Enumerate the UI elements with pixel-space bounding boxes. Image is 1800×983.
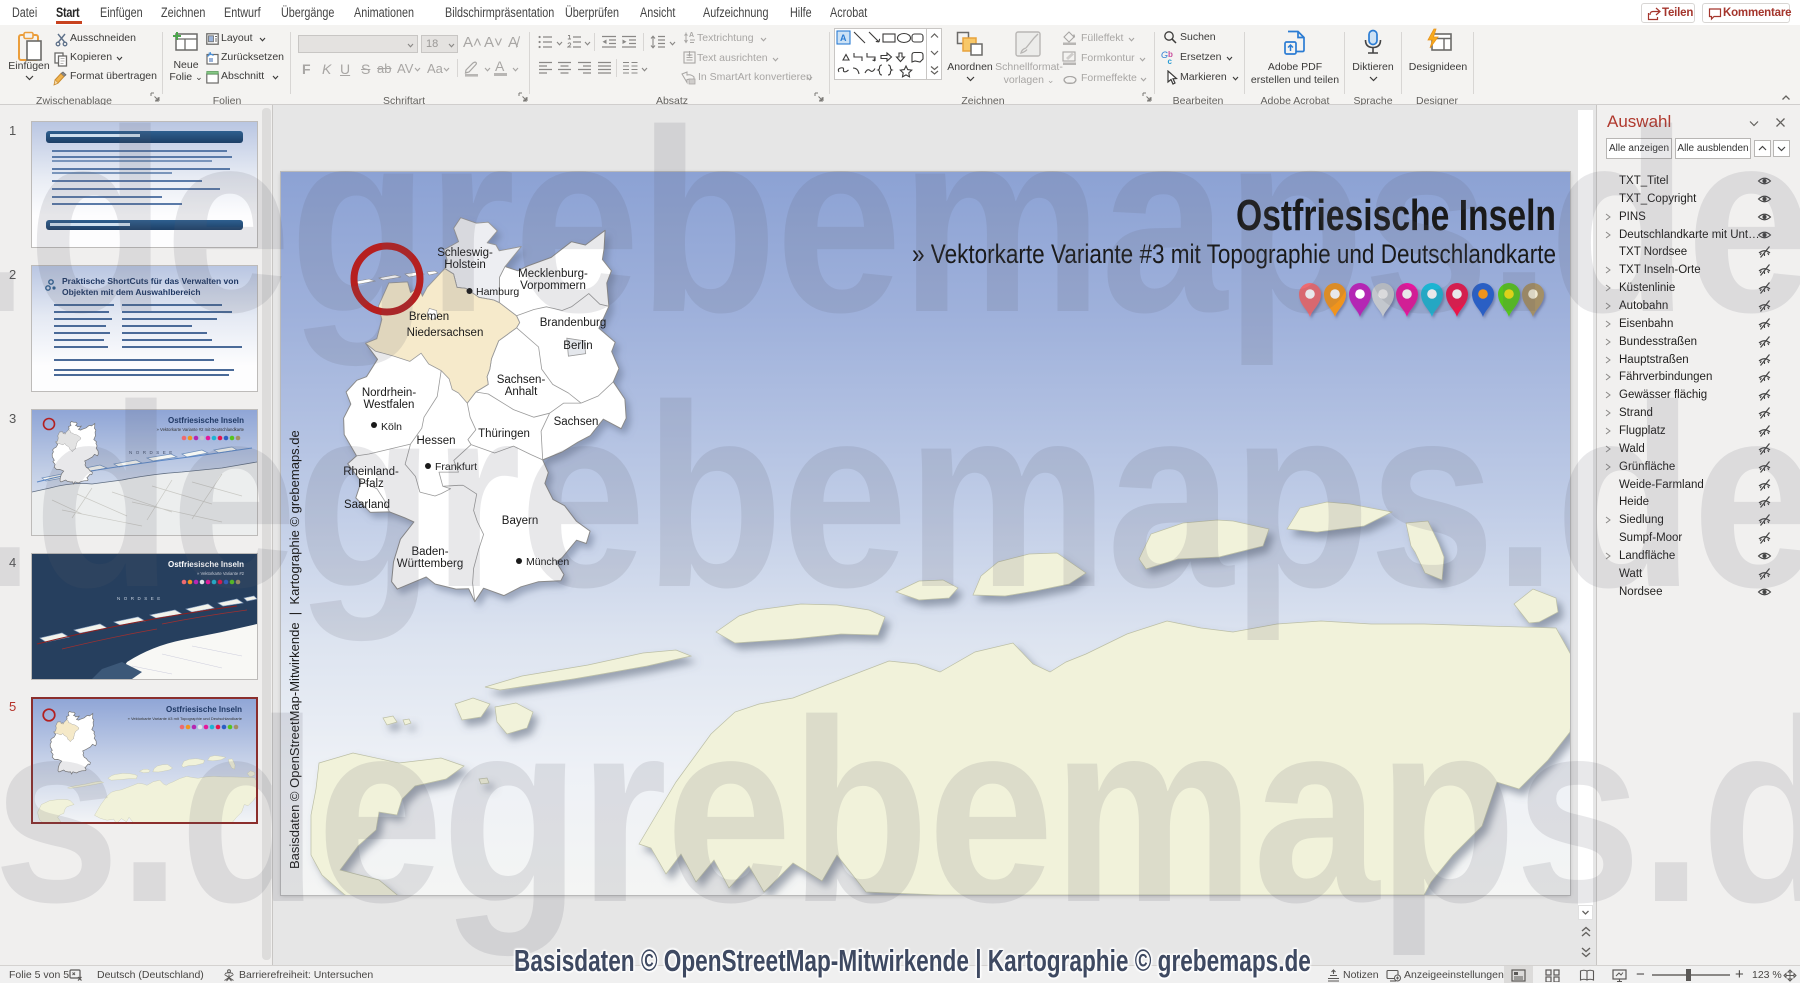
svg-text:NORDSEE: NORDSEE [117,596,164,601]
svg-text:Anhalt: Anhalt [505,386,538,398]
svg-text:Sachsen-: Sachsen- [497,374,546,386]
svg-text:Saarland: Saarland [344,499,390,511]
svg-text:c: c [1168,57,1173,65]
svg-text:» Vektorkarte Variante #3 mit: » Vektorkarte Variante #3 mit Topographi… [128,716,243,721]
svg-text:Sachsen: Sachsen [554,416,599,428]
svg-text:» Vektorkarte Variante #2: » Vektorkarte Variante #2 [197,571,245,576]
svg-text:Schleswig-: Schleswig- [437,247,493,259]
svg-text:Frankfurt: Frankfurt [435,461,477,473]
svg-text:München: München [526,556,569,568]
svg-text:Ostfriesische Inseln: Ostfriesische Inseln [168,560,244,569]
svg-text:Bremen: Bremen [409,311,449,323]
svg-text:Nordrhein-: Nordrhein- [362,387,416,399]
svg-text:Ostfriesische Inseln: Ostfriesische Inseln [168,416,244,425]
svg-text:Pfalz: Pfalz [358,478,384,490]
svg-text:Mecklenburg-: Mecklenburg- [518,268,588,280]
svg-text:» Vektorkarte Variante #3 mit: » Vektorkarte Variante #3 mit Topographi… [912,239,1556,269]
svg-text:Niedersachsen: Niedersachsen [407,327,484,339]
svg-text:Köln: Köln [381,421,402,433]
svg-text:Bayern: Bayern [502,515,538,527]
svg-text:Holstein: Holstein [444,259,486,271]
svg-text:NORDSEE: NORDSEE [129,450,176,455]
svg-text:Hessen: Hessen [417,435,456,447]
svg-text:Basisdaten © OpenStreetMap-Mit: Basisdaten © OpenStreetMap-Mitwirkende |… [287,430,302,869]
svg-text:Thüringen: Thüringen [478,428,530,440]
svg-text:A: A [689,32,694,39]
svg-text:» Vektorkarte Variante #2 mit: » Vektorkarte Variante #2 mit Deutschlan… [157,427,245,432]
svg-text:Berlin: Berlin [563,340,592,352]
svg-text:Brandenburg: Brandenburg [540,317,607,329]
svg-text:Ostfriesische Inseln: Ostfriesische Inseln [1236,191,1556,240]
svg-text:Hamburg: Hamburg [476,286,519,298]
svg-text:Baden-: Baden- [411,546,448,558]
svg-text:Westfalen: Westfalen [364,399,415,411]
svg-text:A: A [840,33,847,43]
svg-text:Vorpommern: Vorpommern [520,280,586,292]
svg-text:Ostfriesische Inseln: Ostfriesische Inseln [166,705,242,714]
svg-text:Württemberg: Württemberg [397,558,463,570]
svg-text:Rheinland-: Rheinland- [343,466,399,478]
